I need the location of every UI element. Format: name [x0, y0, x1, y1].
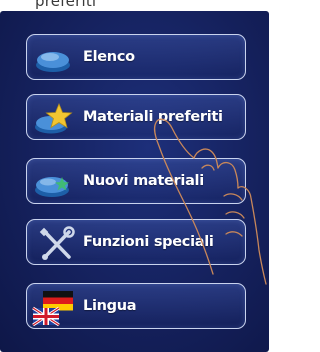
materiali-preferiti-button[interactable]: Materiali preferiti [26, 94, 246, 140]
cut-off-caption: preferiti [35, 0, 97, 10]
device-screen: Elenco Materiali preferiti Nuovi materia… [0, 11, 269, 352]
nuovi-materiali-label: Nuovi materiali [83, 173, 204, 189]
tools-icon [39, 226, 75, 260]
lingua-label: Lingua [83, 298, 137, 314]
uk-flag-icon [32, 306, 60, 326]
funzioni-speciali-label: Funzioni speciali [83, 234, 214, 250]
elenco-button[interactable]: Elenco [26, 34, 246, 80]
list-pill-icon [36, 52, 70, 72]
new-material-pill-icon [35, 177, 69, 197]
materiali-preferiti-label: Materiali preferiti [83, 109, 223, 125]
language-flags-icon [32, 291, 73, 326]
nuovi-materiali-button[interactable]: Nuovi materiali [26, 158, 246, 204]
elenco-label: Elenco [83, 49, 135, 65]
funzioni-speciali-button[interactable]: Funzioni speciali [26, 219, 246, 265]
star-pill-icon [35, 102, 73, 134]
lingua-button[interactable]: Lingua [26, 283, 246, 329]
